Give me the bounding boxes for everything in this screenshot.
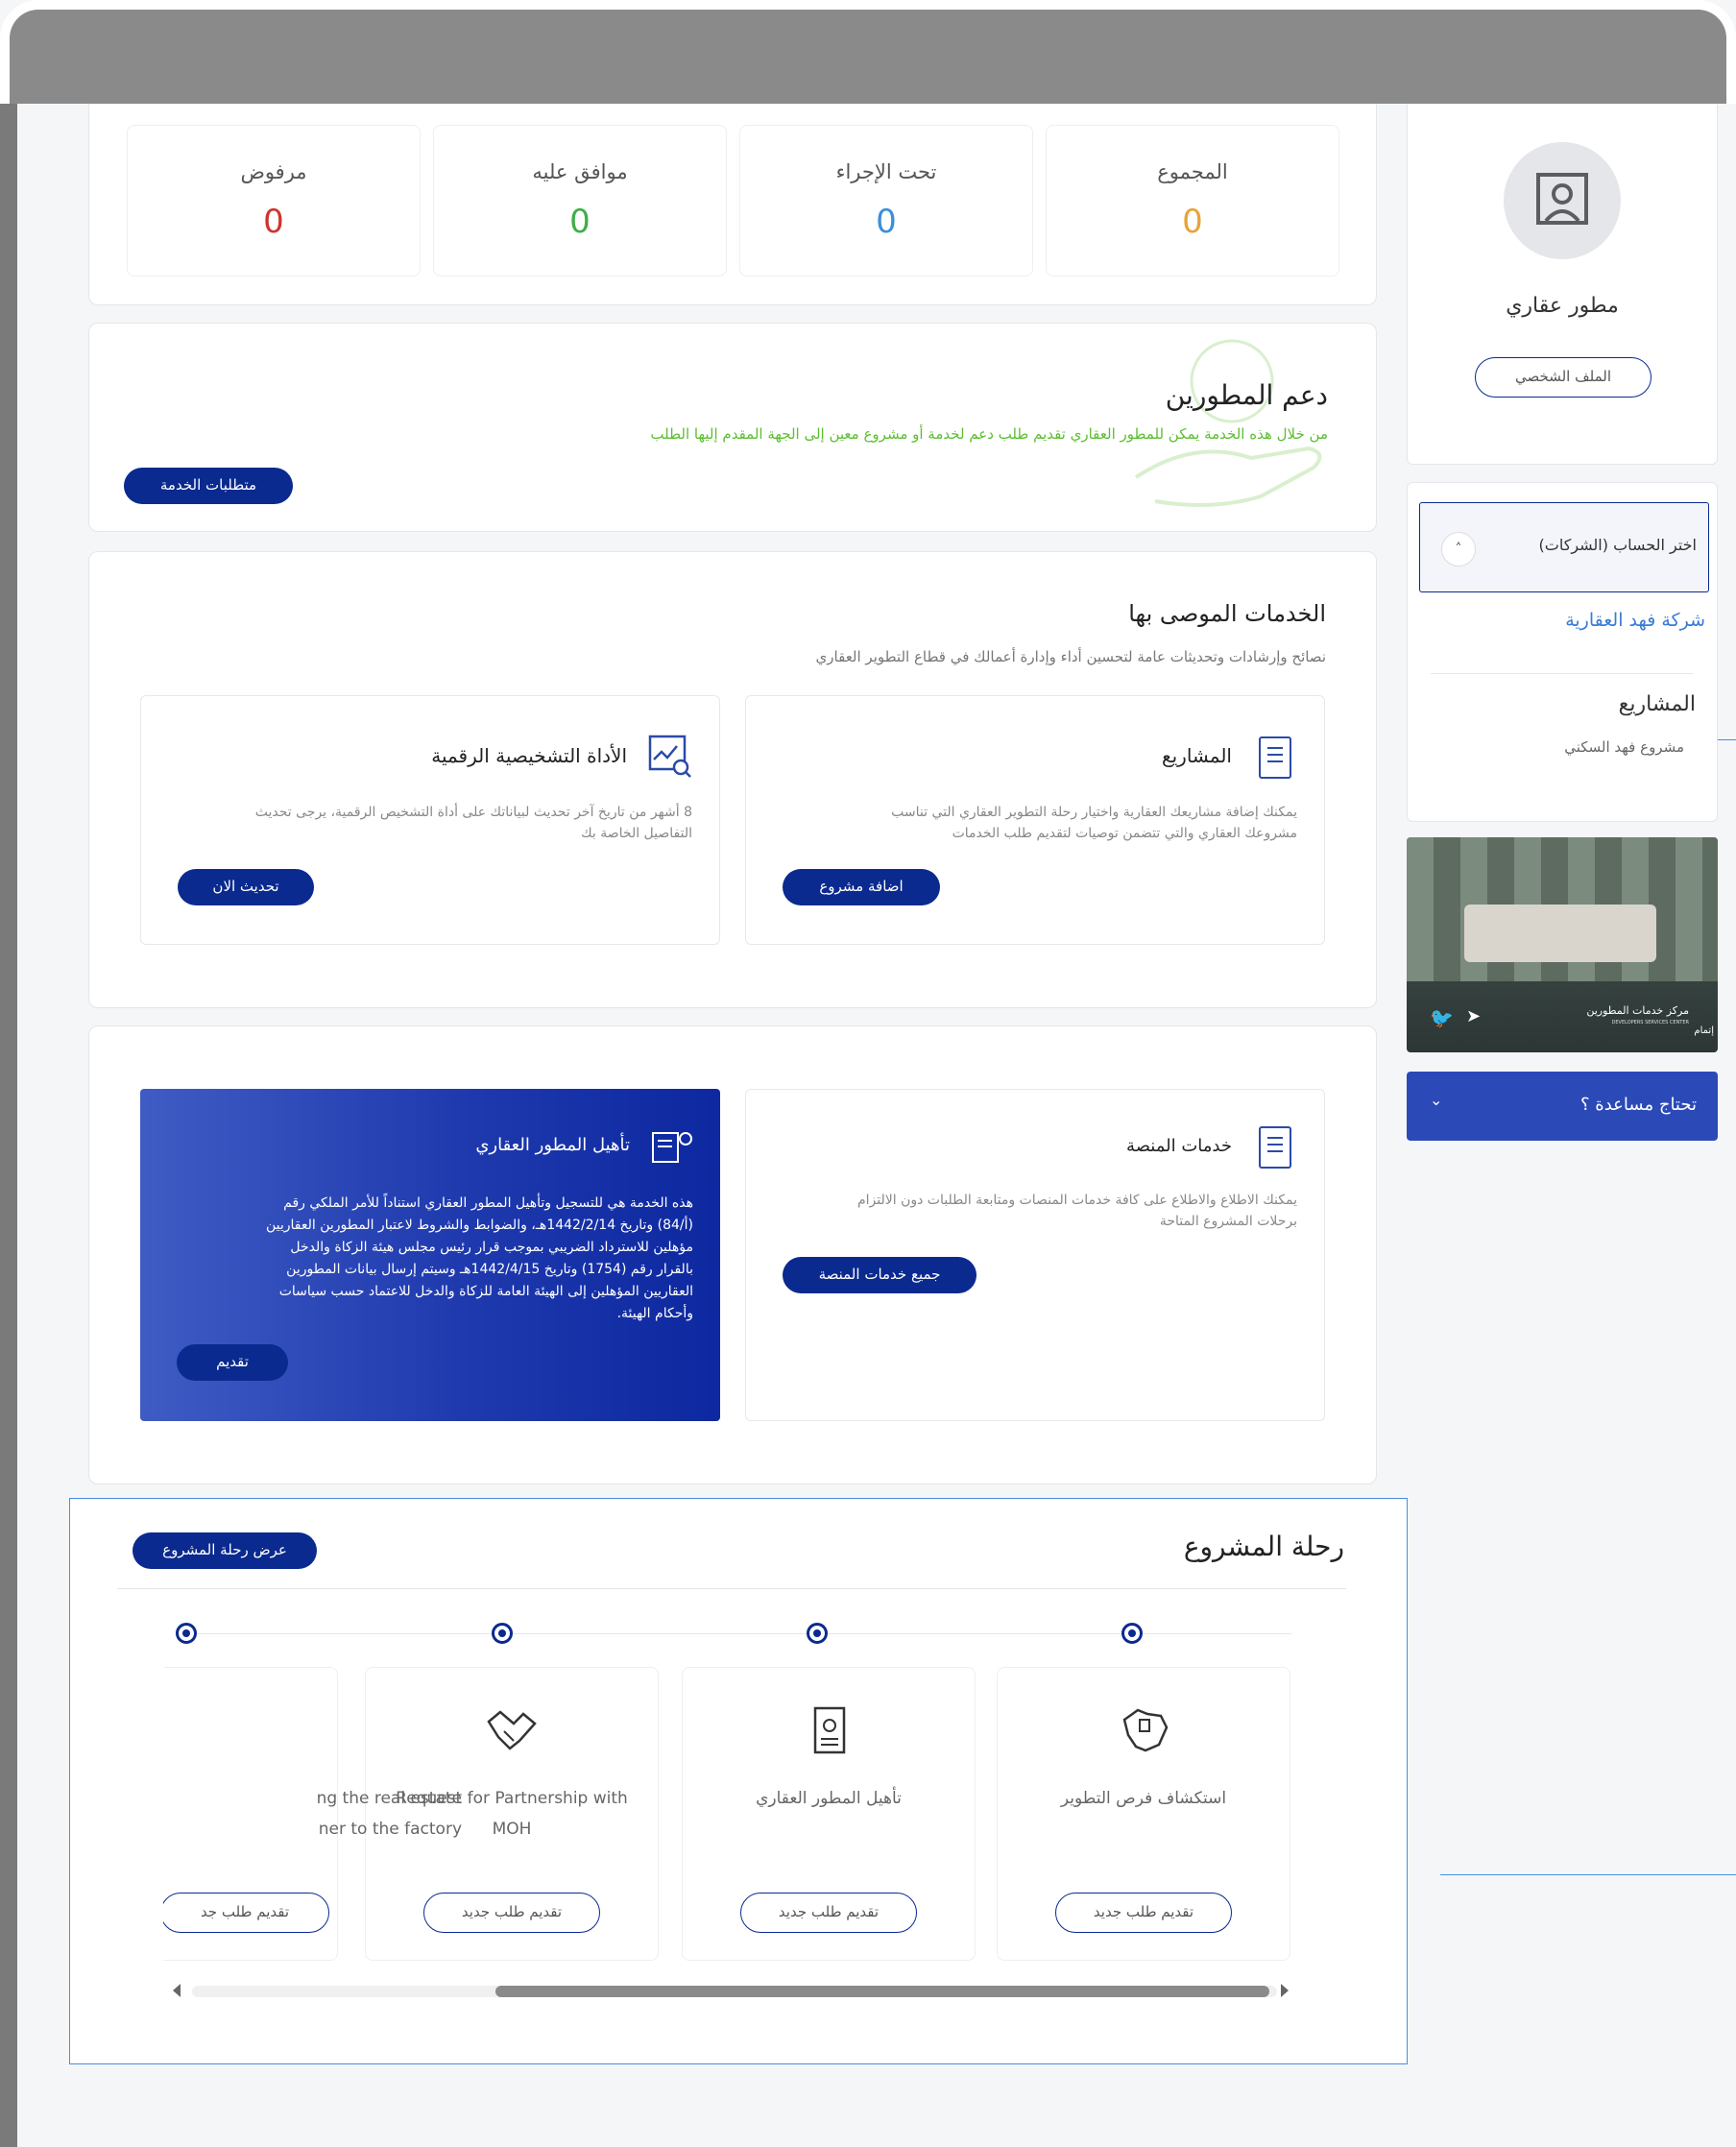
dev-support-card: دعم المطورين من خلال هذه الخدمة يمكن للم… [88,323,1377,532]
step-title: ng the real estate ner to the factory [316,1789,462,1839]
document-certificate-icon [802,1706,856,1756]
user-icon [1536,173,1588,225]
diagnostic-tool-card: الأداة التشخيصية الرقمية 8 أشهر من تاريخ… [140,695,720,945]
chevron-up-icon[interactable]: ˄ [1441,532,1476,567]
banner-caption: مركز خدمات المطورين [1586,1004,1689,1017]
journey-divider [117,1588,1346,1589]
account-selector[interactable]: اختر الحساب (الشركات) ˄ [1419,502,1709,592]
certificate-icon [652,1132,692,1163]
update-now-button[interactable]: تحديث الان [178,869,314,905]
qualification-title: تأهيل المطور العقاري [475,1135,630,1155]
stat-label: مرفوض [240,160,307,183]
qualification-card: تأهيل المطور العقاري هذه الخدمة هي للتسج… [140,1089,720,1421]
profile-name: مطور عقاري [1506,294,1619,318]
account-select-label: اختر الحساب (الشركات) [1538,536,1697,554]
apply-button[interactable]: تقديم [177,1344,288,1381]
stat-approved: موافق عليه 0 [433,125,727,277]
platform-services-card: خدمات المنصة يمكنك الاطلاع والاطلاع على … [745,1089,1325,1421]
stat-value: 0 [876,203,897,241]
project-link[interactable]: مشروع فهد السكني [1564,738,1684,756]
window-titlebar [0,0,1736,104]
journey-step: ng the real estate ner to the factory تق… [163,1667,462,1961]
journey-title: رحلة المشروع [1183,1531,1344,1562]
help-bar[interactable]: تحتاج مساعدة ؟ ⌄ [1407,1072,1718,1141]
account-card: اختر الحساب (الشركات) ˄ شركة فهد العقاري… [1407,482,1718,822]
diagnostic-chart-icon [648,735,691,778]
dev-support-title: دعم المطورين [1165,379,1328,411]
dev-support-desc: من خلال هذه الخدمة يمكن للمطور العقاري ت… [650,425,1328,443]
journey-steps-viewport: استكشاف فرص التطوير تقديم طلب جديد تأهيل… [163,1661,1296,1968]
all-platform-services-button[interactable]: جميع خدمات المنصة [783,1257,976,1293]
new-request-button[interactable]: تقديم طلب جد [163,1893,329,1933]
stat-value: 0 [569,203,591,241]
projects-heading: المشاريع [1618,692,1696,716]
developers-center-banner: 🐦 ➤ مركز خدمات المطورين DEVELOPERS SERVI… [1407,837,1718,1052]
banner-tag: إتمام [1694,1025,1714,1036]
diagnostic-title: الأداة التشخيصية الرقمية [431,744,627,767]
service-requirements-button[interactable]: متطلبات الخدمة [124,468,293,504]
stat-label: موافق عليه [532,160,628,183]
projects-service-card: المشاريع يمكنك إضافة مشاريعك العقارية وا… [745,695,1325,945]
document-icon [1259,1126,1291,1169]
profile-card: مطور عقاري الملف الشخصي [1407,104,1718,465]
timeline-dot [1121,1623,1143,1644]
document-icon [1259,736,1291,779]
decorative-line-2 [1718,739,1736,740]
company-option[interactable]: شركة فهد العقارية [1565,610,1705,631]
decorative-line [1440,1874,1736,1875]
horizontal-scrollbar-thumb[interactable] [495,1986,1269,1997]
timeline-dot [492,1623,513,1644]
platform-title: خدمات المنصة [1126,1136,1232,1156]
saudi-map-icon [1117,1706,1170,1756]
new-request-button[interactable]: تقديم طلب جديد [740,1893,917,1933]
platform-desc: يمكنك الاطلاع والاطلاع على كافة خدمات ال… [856,1193,1297,1229]
scroll-left-arrow[interactable] [173,1984,181,1997]
stat-rejected: مرفوض 0 [127,125,421,277]
new-request-button[interactable]: تقديم طلب جديد [1055,1893,1232,1933]
stat-total: المجموع 0 [1046,125,1339,277]
stat-in-progress: تحت الإجراء 0 [739,125,1033,277]
recommended-title: الخدمات الموصى بها [1128,600,1326,627]
recommended-subtitle: نصائح وإرشادات وتحديثات عامة لتحسين أداء… [815,648,1326,665]
timeline-dot [807,1623,828,1644]
twitter-icon[interactable]: 🐦 [1430,1006,1454,1029]
stat-value: 0 [263,203,284,241]
stat-value: 0 [1182,203,1203,241]
banner-table [1464,905,1656,962]
window-left-edge [0,104,17,2147]
step-title: تأهيل المطور العقاري [756,1789,902,1808]
journey-step: استكشاف فرص التطوير تقديم طلب جديد [997,1667,1290,1961]
send-icon[interactable]: ➤ [1466,1006,1481,1026]
avatar [1504,142,1621,259]
stat-label: تحت الإجراء [835,160,937,183]
projects-desc: يمكنك إضافة مشاريعك العقارية واختيار رحل… [891,805,1297,841]
projects-title: المشاريع [1161,744,1232,767]
chevron-down-icon[interactable]: ⌄ [1430,1091,1442,1109]
journey-step: تأهيل المطور العقاري تقديم طلب جديد [682,1667,976,1961]
banner-caption-en: DEVELOPERS SERVICES CENTER [1611,1020,1689,1025]
step-title: استكشاف فرص التطوير [1060,1789,1227,1808]
new-request-button[interactable]: تقديم طلب جديد [423,1893,600,1933]
stat-label: المجموع [1157,160,1228,183]
add-project-button[interactable]: اضافة مشروع [783,869,940,905]
profile-button[interactable]: الملف الشخصي [1475,357,1652,398]
scroll-right-arrow[interactable] [1281,1984,1289,1997]
account-divider [1431,673,1694,674]
handshake-icon [485,1706,539,1756]
help-label: تحتاج مساعدة ؟ [1580,1095,1697,1115]
timeline-dot [176,1623,197,1644]
qualification-desc: هذه الخدمة هي للتسجيل وتأهيل المطور العق… [265,1195,693,1321]
view-journey-button[interactable]: عرض رحلة المشروع [133,1532,317,1569]
diagnostic-desc: 8 أشهر من تاريخ آخر تحديث لبياناتك على أ… [254,805,692,841]
